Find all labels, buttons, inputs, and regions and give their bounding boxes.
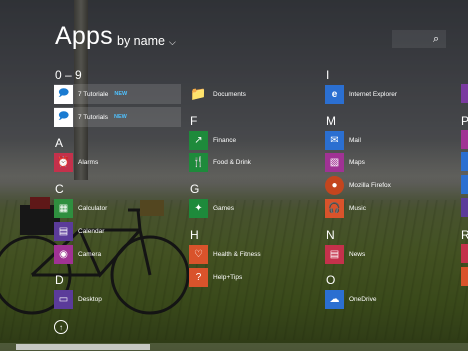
gamepad-icon: ✦	[189, 198, 208, 218]
scroll-to-start-button[interactable]: ↑	[54, 320, 68, 334]
tutoriale-icon: 🗩	[54, 84, 73, 104]
app-label: Help+Tips	[213, 273, 243, 281]
app-food-drink[interactable]: 🍴 Food & Drink	[189, 152, 251, 172]
internet-explorer-icon: e	[325, 84, 344, 104]
tutorials-icon: 🗩	[54, 107, 73, 127]
section-header-d[interactable]: D	[55, 273, 64, 287]
section-header-n[interactable]: N	[326, 228, 335, 242]
camera-icon: ◉	[54, 244, 73, 264]
clipped-app-tile[interactable]	[461, 267, 468, 286]
app-internet-explorer[interactable]: e Internet Explorer	[325, 84, 397, 104]
app-health-fitness[interactable]: ♡ Health & Fitness	[189, 244, 261, 264]
app-label: Food & Drink	[213, 158, 251, 166]
firefox-icon: ●	[325, 175, 344, 195]
app-music[interactable]: 🎧 Music	[325, 198, 366, 218]
app-label: Finance	[213, 136, 237, 144]
section-header-i[interactable]: I	[326, 68, 329, 82]
clipped-app-tile[interactable]	[461, 175, 468, 194]
app-label: Documents	[213, 90, 246, 98]
section-header-0-9[interactable]: 0 – 9	[55, 68, 82, 82]
app-calculator[interactable]: ▦ Calculator	[54, 198, 107, 218]
clipped-app-tile[interactable]	[461, 244, 468, 263]
app-label: 7 Tutorials	[78, 113, 108, 121]
app-7-tutoriale[interactable]: 🗩 7 Tutoriale NEW	[54, 84, 181, 104]
clipped-app-tile[interactable]	[461, 84, 468, 103]
new-badge: NEW	[114, 114, 127, 120]
chevron-down-icon: ⌵	[168, 36, 176, 47]
app-label: Desktop	[78, 295, 102, 303]
fork-knife-icon: 🍴	[189, 152, 208, 172]
cloud-icon: ☁	[325, 289, 344, 309]
section-header-a[interactable]: A	[55, 136, 63, 150]
clipped-app-tile[interactable]	[461, 198, 468, 217]
section-header-m[interactable]: M	[326, 114, 336, 128]
section-header-h[interactable]: H	[190, 228, 199, 242]
app-desktop[interactable]: ▭ Desktop	[54, 289, 102, 309]
section-header-c[interactable]: C	[55, 182, 64, 196]
section-header-r[interactable]: R	[461, 228, 468, 242]
app-label: Alarms	[78, 158, 99, 166]
newspaper-icon: ▤	[325, 244, 344, 264]
page-title: Apps	[55, 22, 113, 50]
app-label: Mail	[349, 136, 361, 144]
app-label: Camera	[78, 250, 102, 258]
app-label: Games	[213, 204, 234, 212]
app-games[interactable]: ✦ Games	[189, 198, 234, 218]
clipped-app-tile[interactable]	[461, 130, 468, 149]
app-mozilla-firefox[interactable]: ● Mozilla Firefox	[325, 175, 391, 195]
app-news[interactable]: ▤ News	[325, 244, 365, 264]
app-7-tutorials[interactable]: 🗩 7 Tutorials NEW	[54, 107, 181, 127]
new-badge: NEW	[114, 91, 128, 97]
question-icon: ?	[189, 267, 208, 287]
app-label: Music	[349, 204, 366, 212]
app-alarms[interactable]: ⏰ Alarms	[54, 152, 98, 172]
envelope-icon: ✉	[325, 130, 344, 150]
section-header-p[interactable]: P	[461, 114, 468, 128]
scrollbar-thumb[interactable]	[16, 344, 150, 350]
desktop-icon: ▭	[54, 289, 73, 309]
sort-label: by name	[117, 34, 165, 48]
app-label: Maps	[349, 158, 365, 166]
app-maps[interactable]: ▧ Maps	[325, 152, 365, 172]
app-label: News	[349, 250, 366, 258]
app-label: Internet Explorer	[349, 90, 398, 98]
headphones-icon: 🎧	[325, 198, 344, 218]
app-label: Mozilla Firefox	[349, 181, 391, 189]
search-icon[interactable]: ⌕	[433, 33, 439, 46]
folder-icon: 📁	[190, 86, 207, 101]
section-header-o[interactable]: O	[326, 273, 335, 287]
arrow-up-icon: ↑	[59, 322, 63, 332]
alarm-clock-icon: ⏰	[54, 152, 73, 172]
clipped-app-tile[interactable]	[461, 152, 468, 171]
app-label: 7 Tutoriale	[78, 90, 109, 98]
app-onedrive[interactable]: ☁ OneDrive	[325, 289, 376, 309]
app-help-tips[interactable]: ? Help+Tips	[189, 267, 242, 287]
app-calendar[interactable]: ▤ Calendar	[54, 221, 104, 241]
heart-icon: ♡	[189, 244, 208, 264]
chart-up-icon: ↗	[189, 130, 208, 150]
section-header-f[interactable]: F	[190, 114, 197, 128]
calendar-icon: ▤	[54, 221, 73, 241]
app-label: Health & Fitness	[213, 250, 261, 258]
app-label: Calendar	[78, 227, 105, 235]
app-documents[interactable]: 📁 Documents	[189, 84, 246, 104]
section-header-g[interactable]: G	[190, 182, 199, 196]
calculator-icon: ▦	[54, 198, 73, 218]
app-finance[interactable]: ↗ Finance	[189, 130, 236, 150]
app-label: Calculator	[78, 204, 108, 212]
map-icon: ▧	[325, 152, 344, 172]
app-label: OneDrive	[349, 295, 377, 303]
sort-dropdown[interactable]: by name ⌵	[117, 34, 176, 48]
app-camera[interactable]: ◉ Camera	[54, 244, 101, 264]
app-mail[interactable]: ✉ Mail	[325, 130, 361, 150]
